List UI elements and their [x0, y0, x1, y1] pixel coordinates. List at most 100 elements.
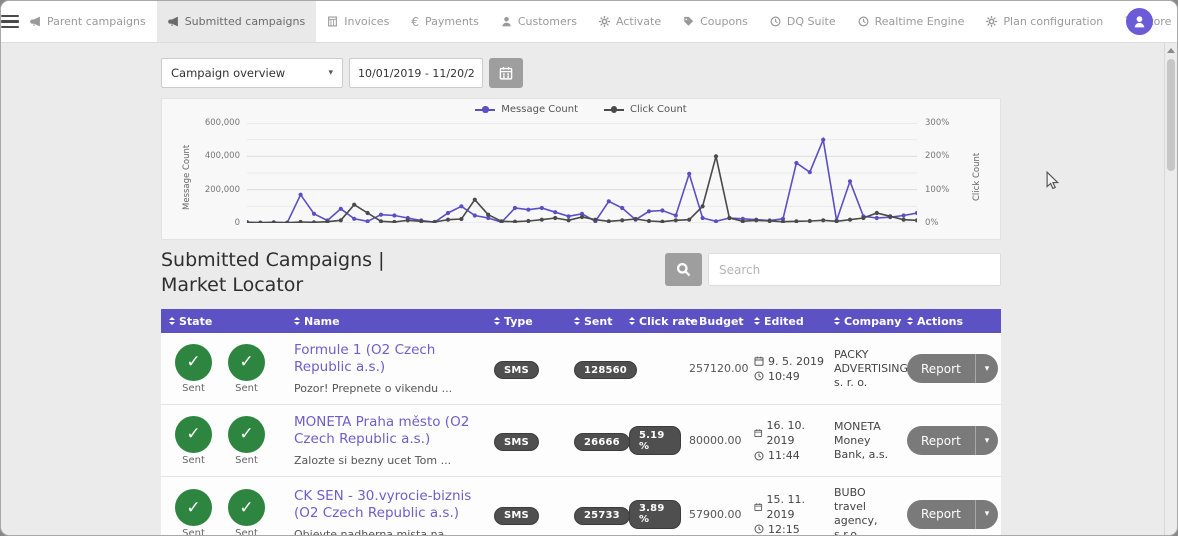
user-icon: [1134, 16, 1145, 28]
nav-item-invoices[interactable]: Invoices: [316, 1, 400, 42]
person-icon: [502, 16, 511, 27]
view-select[interactable]: Campaign overview ▾: [161, 58, 343, 88]
chart-legend: Message Count Click Count: [162, 104, 1000, 115]
date-range-input[interactable]: [349, 58, 483, 88]
left-tick: 0: [234, 218, 240, 228]
click-count-marker: [604, 106, 624, 113]
search-group: [665, 253, 1001, 286]
campaign-preview-text: Objevte nadherna mista na ...: [294, 527, 459, 536]
tag-icon: [684, 16, 694, 26]
table-row: ✓ Sent ✓ Sent MONETA Praha město (O2 Cze…: [161, 405, 1001, 477]
header-company[interactable]: Company: [826, 315, 901, 328]
user-avatar-button[interactable]: [1126, 8, 1153, 35]
search-button[interactable]: [665, 253, 702, 286]
right-axis-title: Click Count: [972, 152, 982, 202]
state-badge: ✓ Sent: [228, 415, 265, 466]
report-dropdown-caret[interactable]: ▾: [974, 354, 999, 383]
nav-item-parent-campaigns[interactable]: Parent campaigns: [19, 1, 157, 42]
page-title: Submitted Campaigns | Market Locator: [161, 249, 385, 296]
scrollbar-thumb[interactable]: [1167, 59, 1175, 171]
state-badge: ✓ Sent: [175, 343, 212, 394]
campaign-name-link[interactable]: CK SEN - 30.vyrocie-biznis (O2 Czech Rep…: [294, 488, 486, 522]
header-click-rate[interactable]: Click rate: [621, 315, 698, 328]
report-button[interactable]: Report ▾: [907, 426, 999, 455]
right-tick: 0%: [925, 218, 939, 228]
company-name: PACKY ADVERTISING s. r. o.: [834, 347, 909, 389]
nav-item-payments[interactable]: € Payments: [400, 1, 490, 42]
gear-icon: [599, 16, 611, 27]
nav-items: Parent campaigns Submitted campaigns Inv…: [19, 1, 1177, 42]
campaign-overview-chart: Message Count Click Count Message Count …: [161, 98, 1001, 240]
report-dropdown-caret[interactable]: ▾: [974, 499, 999, 529]
megaphone-icon: [167, 16, 178, 27]
header-budget[interactable]: Budget: [681, 315, 746, 328]
clock-icon: [770, 16, 781, 27]
edited-cell: 9. 5. 2019 10:49: [746, 354, 826, 384]
hamburger-menu-button[interactable]: [1, 1, 19, 42]
click-rate-badge: 3.89 %: [629, 499, 681, 529]
table-header-row: State Name Type Sent Click rate Budget E…: [161, 309, 1001, 333]
section-header: Submitted Campaigns | Market Locator: [161, 248, 1001, 298]
header-state[interactable]: State: [161, 315, 286, 328]
top-navigation-bar: Parent campaigns Submitted campaigns Inv…: [1, 1, 1177, 43]
nav-item-customers[interactable]: Customers: [490, 1, 588, 42]
check-icon: ✓: [228, 343, 265, 381]
campaign-name-link[interactable]: MONETA Praha město (O2 Czech Republic a.…: [294, 414, 486, 448]
campaign-preview-text: Pozor! Prepnete o vikendu ...: [294, 382, 453, 395]
search-input[interactable]: [708, 253, 1001, 286]
type-badge: SMS: [494, 433, 539, 452]
clock-icon: [754, 524, 764, 534]
report-button[interactable]: Report ▾: [907, 499, 999, 529]
campaign-name-link[interactable]: Formule 1 (O2 Czech Republic a.s.): [294, 342, 486, 376]
header-name[interactable]: Name: [286, 315, 486, 328]
clock-icon: [754, 451, 764, 460]
sent-count-badge: 128560: [574, 361, 637, 380]
header-actions[interactable]: Actions: [899, 315, 1001, 328]
vertical-scrollbar[interactable]: [1164, 43, 1177, 535]
header-sent[interactable]: Sent: [566, 315, 621, 328]
check-icon: ✓: [228, 489, 265, 526]
calendar-button[interactable]: [489, 58, 523, 88]
nav-item-dq-suite[interactable]: DQ Suite: [759, 1, 847, 42]
app-window: Parent campaigns Submitted campaigns Inv…: [0, 0, 1178, 536]
scrollbar-up-arrow[interactable]: [1167, 48, 1175, 53]
nav-item-submitted-campaigns[interactable]: Submitted campaigns: [156, 1, 317, 42]
state-badge: ✓ Sent: [228, 343, 265, 394]
hamburger-icon: [1, 14, 19, 29]
chevron-down-icon: ▾: [328, 68, 333, 78]
left-axis-title: Message Count: [182, 144, 192, 210]
report-dropdown-caret[interactable]: ▾: [974, 426, 999, 455]
invoice-icon: [328, 16, 338, 27]
campaigns-table: State Name Type Sent Click rate Budget E…: [161, 309, 1001, 536]
megaphone-icon: [30, 16, 40, 27]
budget-value: 57900.00: [689, 507, 742, 521]
nav-item-coupons[interactable]: Coupons: [672, 1, 759, 42]
state-badge: ✓ Sent: [175, 415, 212, 466]
nav-item-plan-configuration[interactable]: Plan configuration: [975, 1, 1114, 42]
right-tick: 200%: [925, 151, 950, 162]
header-edited[interactable]: Edited: [746, 315, 826, 328]
check-icon: ✓: [175, 489, 212, 526]
search-icon: [676, 262, 691, 277]
legend-item-click-count: Click Count: [604, 104, 687, 115]
campaign-preview-text: Zalozte si bezny ucet Tom ...: [294, 454, 452, 467]
line-chart-plot: [247, 123, 917, 223]
click-rate-badge: 5.19 %: [629, 426, 681, 455]
budget-value: 80000.00: [689, 434, 742, 447]
filter-controls: Campaign overview ▾: [161, 58, 1001, 88]
main-content: Campaign overview ▾ Message Count Click …: [161, 43, 1001, 536]
report-button[interactable]: Report ▾: [907, 354, 999, 383]
table-row: ✓ Sent ✓ Sent Formule 1 (O2 Czech Republ…: [161, 333, 1001, 405]
euro-icon: €: [411, 14, 419, 29]
company-name: BUBO travel agency, s.r.o.: [834, 486, 878, 536]
nav-item-activate[interactable]: Activate: [588, 1, 672, 42]
nav-item-realtime-engine[interactable]: Realtime Engine: [847, 1, 976, 42]
mouse-cursor: [1046, 171, 1060, 190]
budget-value: 257120.00: [689, 362, 749, 375]
type-badge: SMS: [494, 361, 539, 380]
clock-icon: [858, 16, 869, 27]
left-tick: 200,000: [204, 184, 240, 195]
check-icon: ✓: [175, 343, 212, 381]
message-count-marker: [475, 106, 496, 113]
header-type[interactable]: Type: [486, 315, 566, 328]
